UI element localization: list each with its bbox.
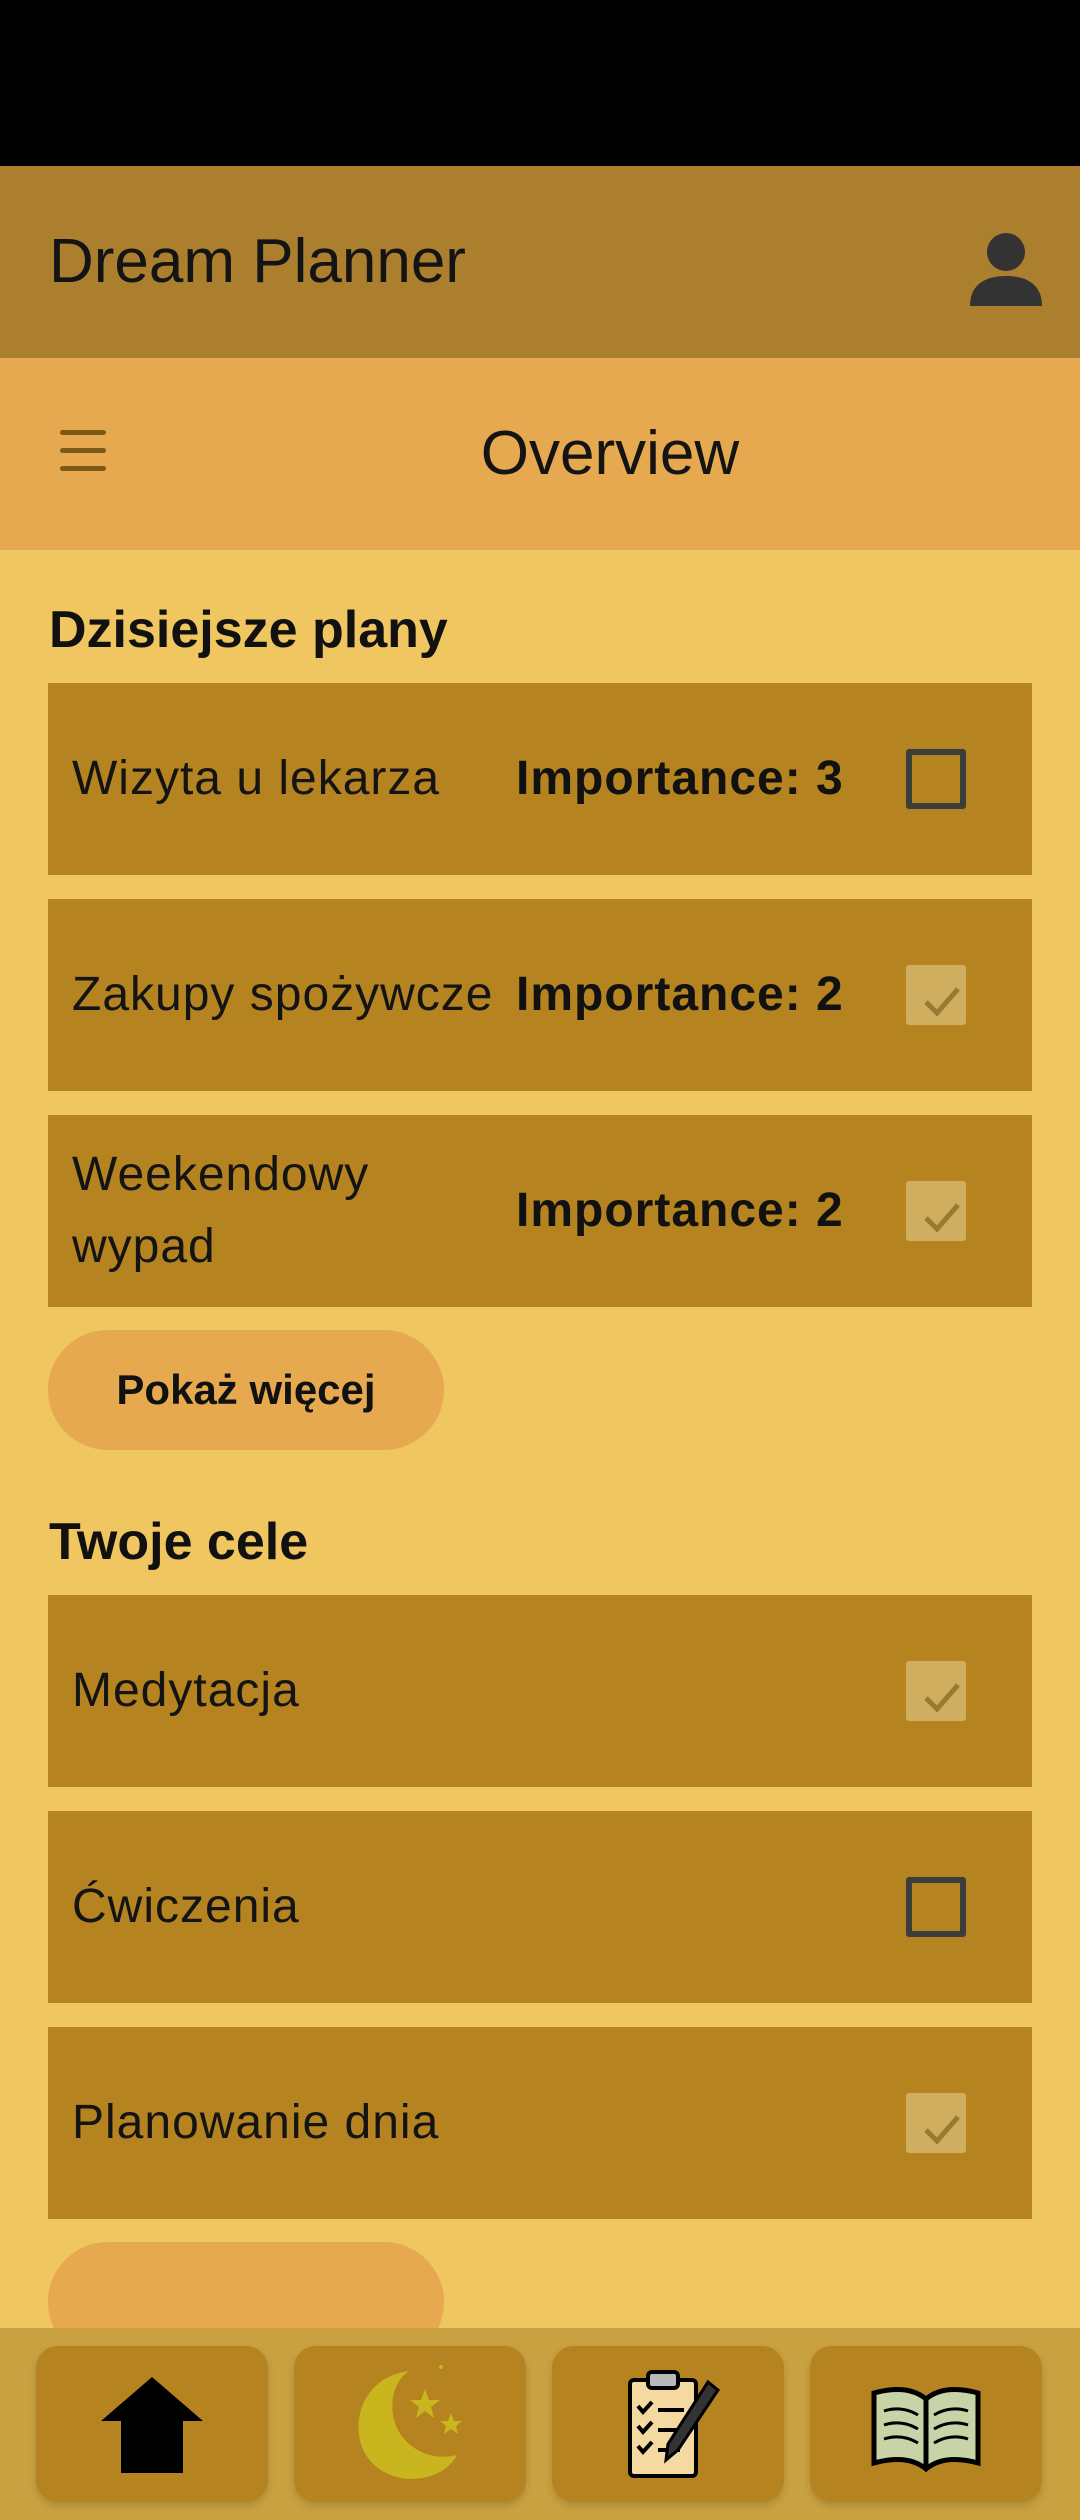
goal-label: Medytacja (72, 1664, 300, 1717)
app-bar: Dream Planner (0, 166, 1080, 358)
plan-label: Zakupy spożywcze (72, 968, 494, 1021)
moon-icon (358, 2365, 462, 2479)
goals-show-more-button[interactable] (48, 2242, 444, 2328)
goal-label: Ćwiczenia (72, 1880, 300, 1933)
profile-button[interactable] (966, 228, 1046, 308)
nav-tab-sleep[interactable] (294, 2346, 526, 2502)
goal-card: Ćwiczenia (48, 1811, 1032, 2003)
goals-section-title: Twoje cele (49, 1513, 309, 1571)
plan-label: Wizyta u lekarza (72, 752, 441, 805)
goal-checkbox[interactable] (906, 2093, 966, 2153)
plan-checkbox[interactable] (906, 1181, 966, 1241)
menu-button[interactable] (58, 426, 110, 478)
goal-label: Planowanie dnia (72, 2096, 440, 2149)
book-icon (871, 2387, 981, 2473)
plans-section-title: Dzisiejsze plany (49, 601, 448, 659)
menu-icon-line (60, 430, 106, 435)
check-icon (924, 1683, 960, 1713)
nav-tab-journal[interactable] (810, 2346, 1042, 2502)
goal-card: Medytacja (48, 1595, 1032, 1787)
plan-card: Zakupy spożywcze Importance: 2 (48, 899, 1032, 1091)
check-icon (924, 1203, 960, 1233)
menu-icon-line (60, 466, 106, 471)
user-icon (970, 233, 1042, 306)
clipboard-icon (628, 2370, 721, 2478)
bottom-nav (0, 2328, 1080, 2520)
check-icon (924, 987, 960, 1017)
plan-importance: Importance: 2 (516, 968, 844, 1021)
app-screen: Dream Planner Overview Dzisiejsze plany … (0, 0, 1080, 2520)
status-bar (0, 0, 1080, 166)
goal-checkbox[interactable] (906, 1877, 966, 1937)
app-title: Dream Planner (49, 227, 466, 296)
plan-checkbox[interactable] (906, 965, 966, 1025)
goal-card: Planowanie dnia (48, 2027, 1032, 2219)
plan-card: Wizyta u lekarza Importance: 3 (48, 683, 1032, 875)
plan-card: Weekendowy wypad Importance: 2 (48, 1115, 1032, 1307)
menu-icon-line (60, 448, 106, 453)
plan-checkbox[interactable] (906, 749, 966, 809)
nav-tab-plans[interactable] (552, 2346, 784, 2502)
goal-checkbox[interactable] (906, 1661, 966, 1721)
home-icon (101, 2377, 203, 2473)
plan-importance: Importance: 3 (516, 752, 844, 805)
check-icon (924, 2115, 960, 2145)
goals-show-more-clip (48, 2242, 444, 2328)
show-more-button[interactable]: Pokaż więcej (48, 1330, 444, 1450)
page-title: Overview (480, 419, 740, 488)
plan-label: Weekendowy wypad (72, 1148, 370, 1273)
plan-importance: Importance: 2 (516, 1184, 844, 1237)
nav-tab-home[interactable] (36, 2346, 268, 2502)
